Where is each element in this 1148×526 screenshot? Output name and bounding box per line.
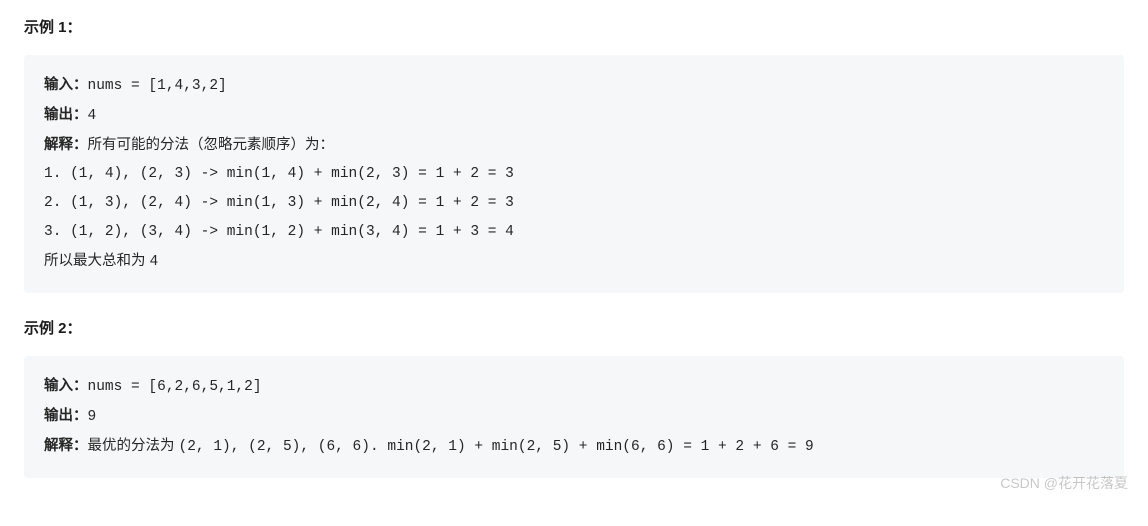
example-1-block: 输入：nums = [1,4,3,2] 输出：4 解释：所有可能的分法（忽略元素… [24,55,1124,293]
example-1-calc-line-1: 1. (1, 4), (2, 3) -> min(1, 4) + min(2, … [44,160,1104,189]
explain-text-a: 最优的分法为 [88,438,179,454]
example-1-output-line: 输出：4 [44,101,1104,131]
explain-label: 解释： [44,438,88,454]
example-1-input-line: 输入：nums = [1,4,3,2] [44,71,1104,101]
output-value: 4 [88,108,97,124]
conclusion-text: 所以最大总和为 [44,253,150,269]
conclusion-value: 4 [150,254,159,270]
example-1-explain-line: 解释：所有可能的分法（忽略元素顺序）为： [44,131,1104,160]
output-label: 输出： [44,408,88,424]
example-1-calc-line-2: 2. (1, 3), (2, 4) -> min(1, 3) + min(2, … [44,189,1104,218]
example-2-heading: 示例 2： [24,315,1124,342]
output-value: 9 [88,409,97,425]
example-1-calc-line-3: 3. (1, 2), (3, 4) -> min(1, 2) + min(3, … [44,218,1104,247]
input-label: 输入： [44,378,88,394]
input-label: 输入： [44,77,88,93]
watermark: CSDN @花开花落夏 [1000,471,1128,496]
input-value: nums = [6,2,6,5,1,2] [88,379,262,395]
example-2-output-line: 输出：9 [44,402,1104,432]
example-1-conclusion: 所以最大总和为 4 [44,247,1104,277]
example-1-heading: 示例 1： [24,14,1124,41]
example-2-explain-line: 解释：最优的分法为 (2, 1), (2, 5), (6, 6). min(2,… [44,432,1104,462]
explain-intro: 所有可能的分法（忽略元素顺序）为： [88,137,335,153]
explain-label: 解释： [44,137,88,153]
input-value: nums = [1,4,3,2] [88,78,227,94]
example-2-block: 输入：nums = [6,2,6,5,1,2] 输出：9 解释：最优的分法为 (… [24,356,1124,478]
example-2-input-line: 输入：nums = [6,2,6,5,1,2] [44,372,1104,402]
explain-text-b: (2, 1), (2, 5), (6, 6). min(2, 1) + min(… [179,439,814,455]
output-label: 输出： [44,107,88,123]
